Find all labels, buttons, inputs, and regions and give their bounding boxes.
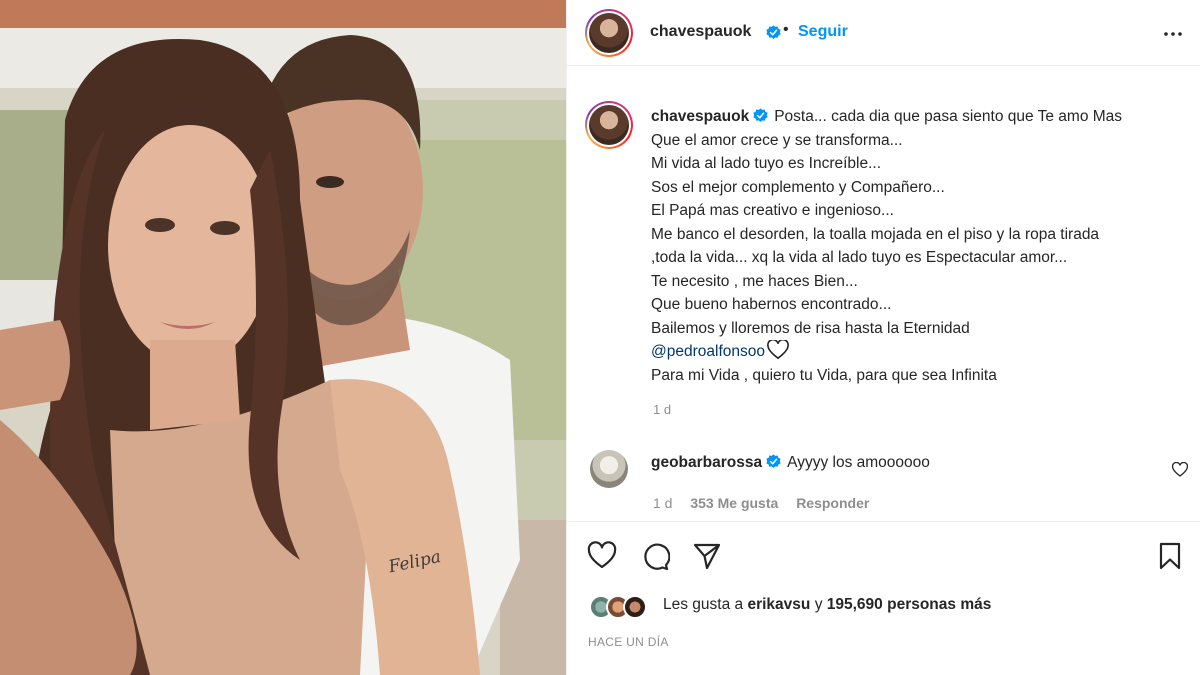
comment-likes-count[interactable]: 353 Me gusta xyxy=(690,495,778,511)
comment-timestamp: 1 d xyxy=(653,495,673,511)
post-details-panel: chavespauok • Seguir chavespauok Posta...… xyxy=(566,0,1200,675)
likes-prefix: Les gusta a xyxy=(663,596,744,613)
comment-like-heart-icon[interactable] xyxy=(1172,462,1188,478)
comment-body: geobarbarossa Ayyyy los amoooooo xyxy=(651,454,930,472)
comment-meta: 1 d 353 Me gusta Responder xyxy=(653,495,883,511)
caption-author-username[interactable]: chavespauok xyxy=(651,108,749,125)
post-date[interactable]: HACE UN DÍA xyxy=(588,635,669,649)
photo-scene: Felipa xyxy=(0,0,566,675)
post-photo[interactable]: Felipa xyxy=(0,0,566,675)
comment-icon[interactable] xyxy=(640,541,670,571)
separator-dot: • xyxy=(783,21,789,38)
caption-line: El Papá mas creativo e ingenioso... xyxy=(651,202,894,219)
caption-text: Posta... cada dia que pasa siento que Te… xyxy=(774,108,1123,125)
caption-mention-line: @pedroalfonsoo xyxy=(651,340,1181,364)
caption-line: Que bueno habernos encontrado... xyxy=(651,296,892,313)
caption-line: Me banco el desorden, la toalla mojada e… xyxy=(651,225,1100,243)
more-options-icon[interactable] xyxy=(1161,22,1185,46)
caption-line: Sos el mejor complemento y Compañero... xyxy=(651,178,945,196)
comment-text: Ayyyy los amoooooo xyxy=(787,454,930,471)
caption-line: Que el amor crece y se transforma... xyxy=(651,131,903,149)
follow-button[interactable]: Seguir xyxy=(798,23,848,41)
commenter-username[interactable]: geobarbarossa xyxy=(651,454,762,471)
post-caption: chavespauok Posta... cada dia que pasa si… xyxy=(651,105,1181,387)
reply-button[interactable]: Responder xyxy=(796,495,869,511)
heart-icon[interactable] xyxy=(587,541,617,571)
post-actions: Les gusta a erikavsu y 195,690 personas … xyxy=(567,521,1200,675)
caption-timestamp: 1 d xyxy=(653,402,672,417)
caption-line-1: chavespauok Posta... cada dia que pasa si… xyxy=(651,105,1181,129)
post-header: chavespauok • Seguir xyxy=(567,0,1200,66)
caption-author-avatar[interactable] xyxy=(585,101,633,149)
caption-line: Te necesito , me haces Bien... xyxy=(651,272,858,290)
mention-link[interactable]: @pedroalfonsoo xyxy=(651,343,765,360)
caption-line: Mi vida al lado tuyo es Increíble... xyxy=(651,155,882,172)
liker-username[interactable]: erikavsu xyxy=(747,596,810,613)
bookmark-icon[interactable] xyxy=(1155,541,1185,571)
verified-badge-icon xyxy=(766,454,781,468)
white-heart-emoji-icon xyxy=(767,340,789,360)
caption-line: ,toda la vida... xq la vida al lado tuyo… xyxy=(651,249,1068,266)
likes-summary: Les gusta a erikavsu y 195,690 personas … xyxy=(663,596,991,614)
author-username[interactable]: chavespauok xyxy=(650,23,751,41)
commenter-avatar[interactable] xyxy=(590,450,628,488)
verified-badge-icon xyxy=(766,25,781,39)
liker-avatar xyxy=(623,595,647,619)
likes-joiner: y xyxy=(814,596,823,613)
caption-line: Para mi Vida , quiero tu Vida, para que … xyxy=(651,366,997,384)
share-icon[interactable] xyxy=(692,541,722,571)
author-avatar[interactable] xyxy=(585,9,633,57)
likes-count[interactable]: 195,690 personas más xyxy=(827,596,992,613)
caption-line: Bailemos y lloremos de risa hasta la Ete… xyxy=(651,319,970,337)
verified-badge-icon xyxy=(753,108,768,122)
